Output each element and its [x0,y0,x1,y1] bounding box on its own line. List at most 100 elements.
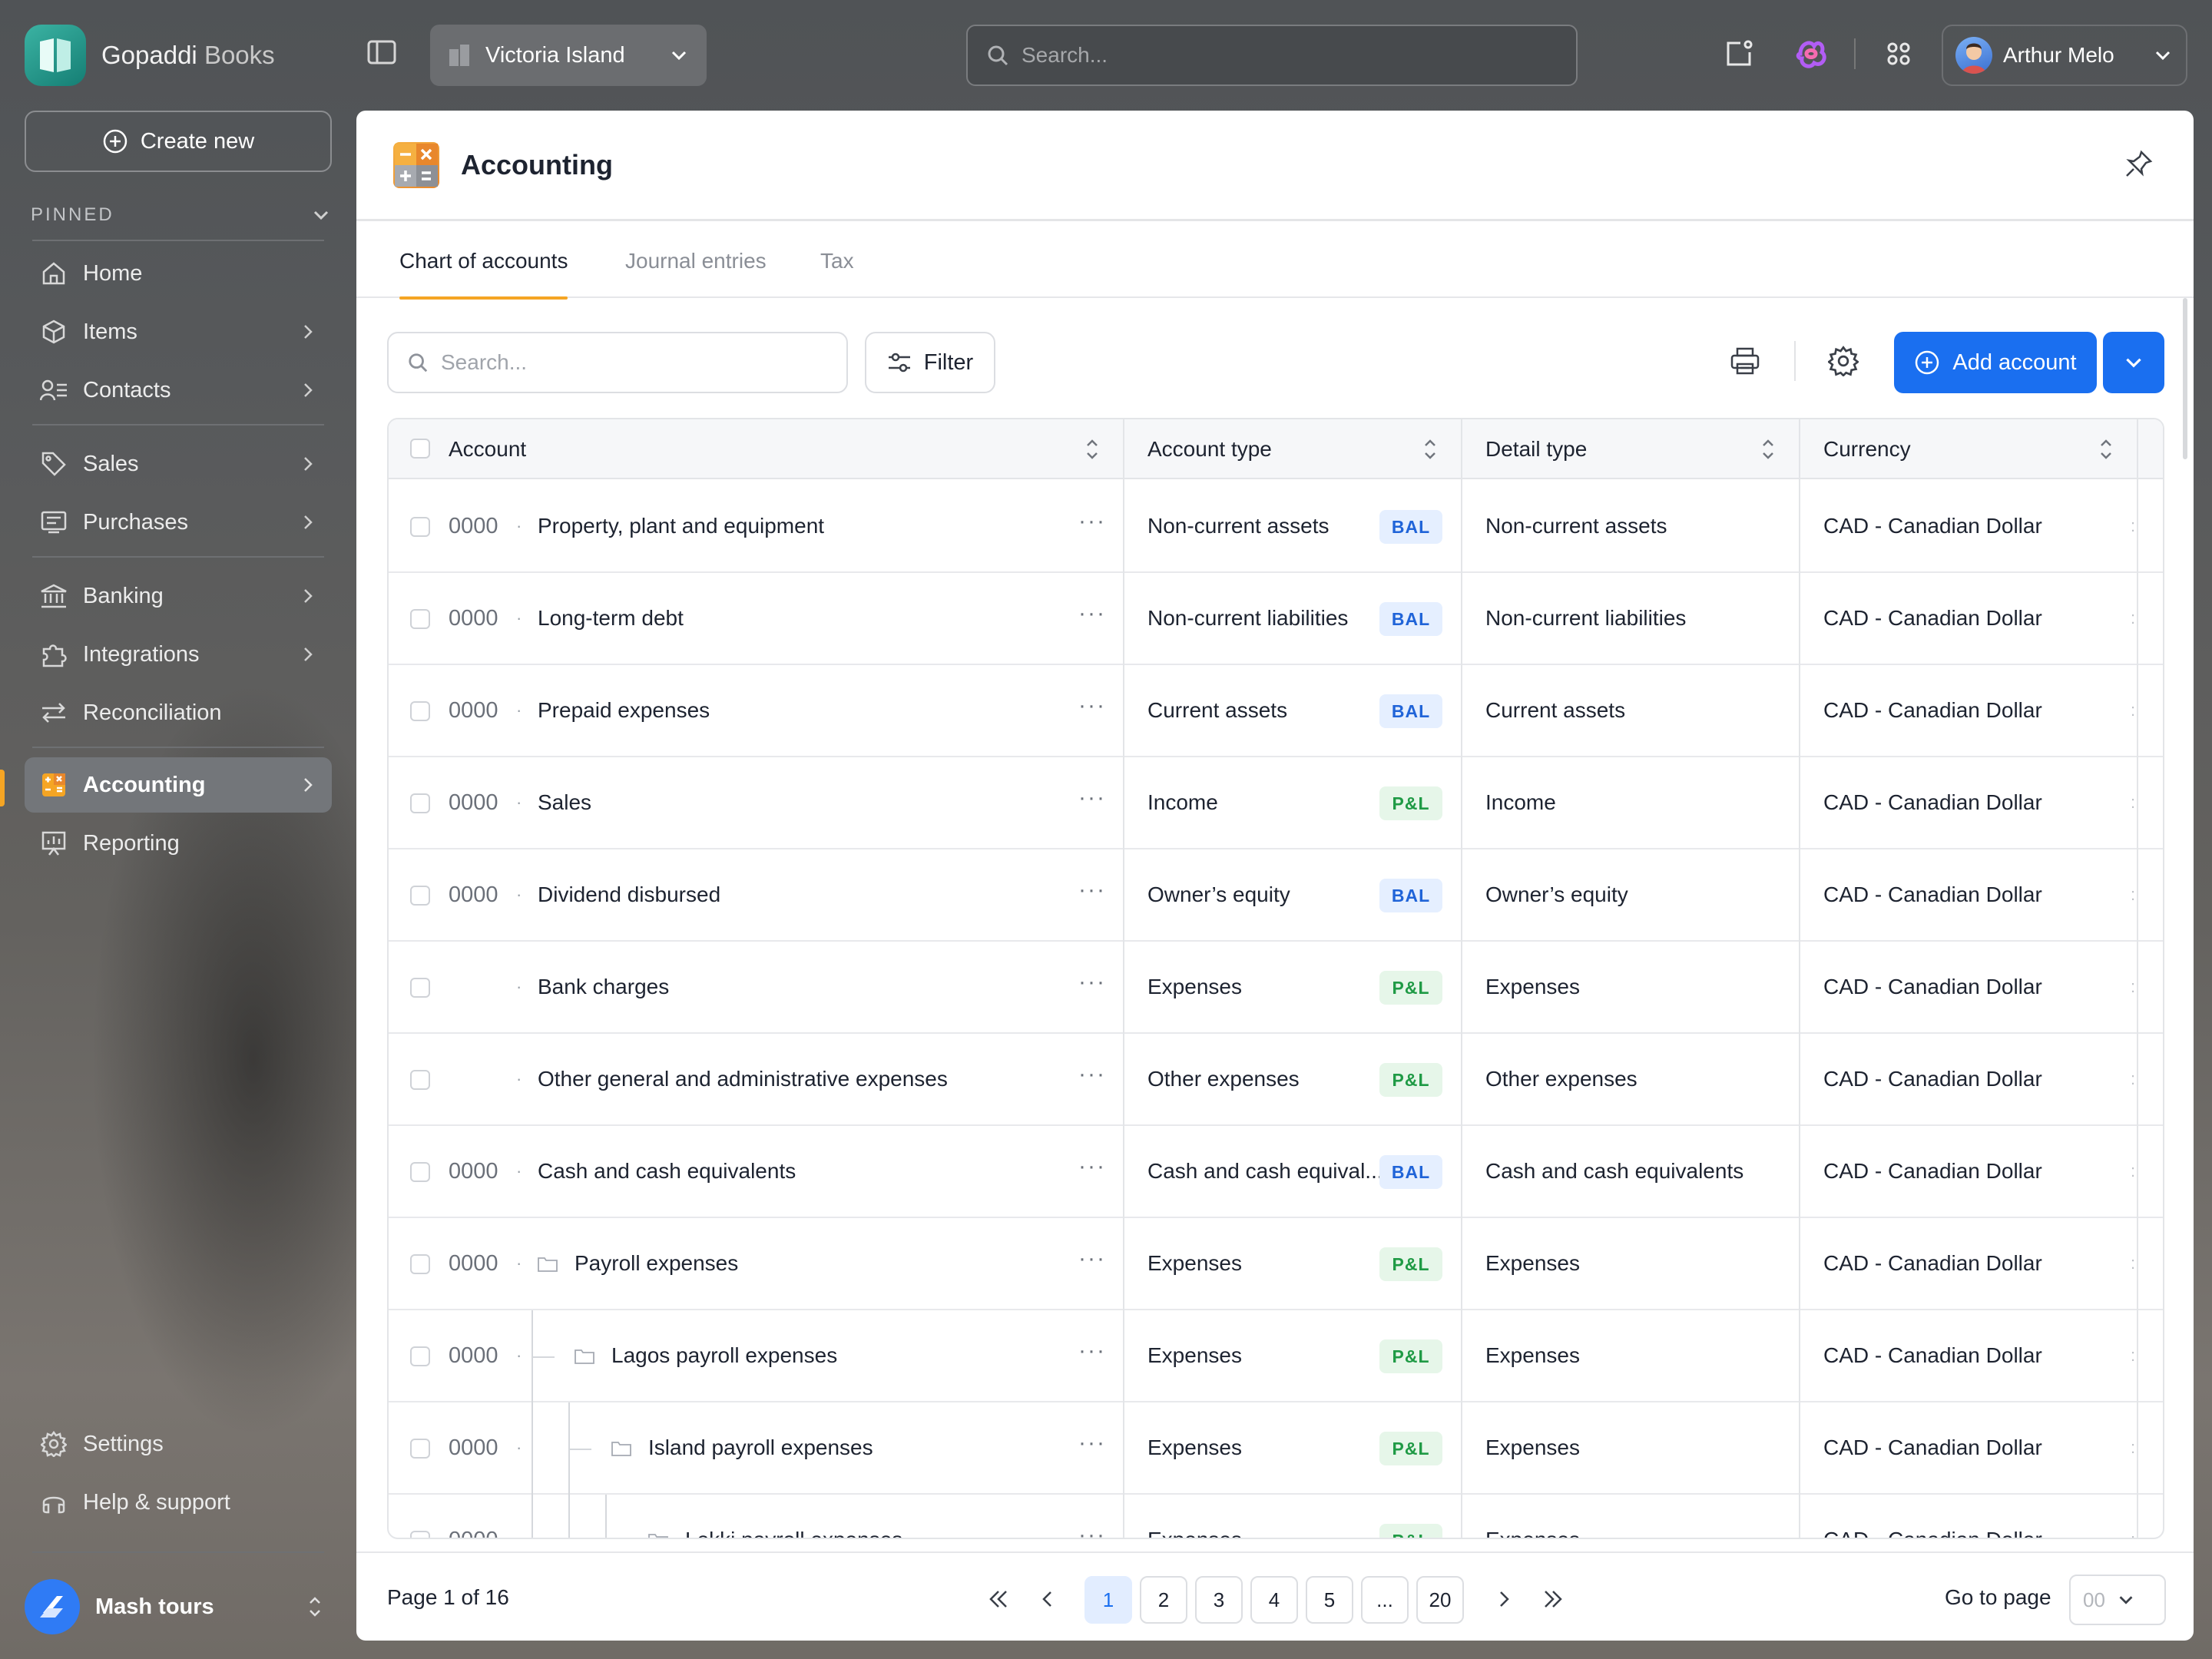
row-checkbox[interactable] [410,978,430,998]
column-header-detail-type[interactable]: Detail type [1485,419,1587,479]
page-button[interactable]: 2 [1140,1576,1187,1624]
table-row[interactable]: 0000 · Long-term debt ··· Non-current liabil… [389,573,2163,665]
sidebar-item-contacts[interactable]: Contacts [25,363,332,418]
account-name[interactable]: Lagos payroll expenses [611,1343,837,1368]
more-options-icon[interactable]: ··· [1078,693,1106,719]
more-options-icon[interactable]: ··· [1078,785,1106,811]
row-checkbox[interactable] [410,1531,430,1538]
account-name[interactable]: Dividend disbursed [538,882,720,907]
account-name[interactable]: Long-term debt [538,606,684,631]
previous-page-icon[interactable] [1032,1584,1063,1614]
sidebar-item-integrations[interactable]: Integrations [25,627,332,682]
gear-icon[interactable] [1826,346,1860,380]
page-button[interactable]: 4 [1250,1576,1298,1624]
table-row[interactable]: · Other general and administrative expens… [389,1034,2163,1126]
table-row[interactable]: 0000 · Sales ··· Income P&L Income CAD - Canadi… [389,757,2163,849]
sidebar-item-items[interactable]: Items [25,304,332,359]
row-checkbox[interactable] [410,1162,430,1182]
more-options-icon[interactable]: ··· [1078,969,1106,995]
table-search-input[interactable]: Search... [387,332,848,393]
row-checkbox[interactable] [410,793,430,813]
more-options-icon[interactable]: ··· [1078,1522,1106,1538]
column-header-account[interactable]: Account [449,419,526,479]
location-selector[interactable]: Victoria Island [430,25,707,86]
sidebar-item-home[interactable]: Home [25,246,332,301]
sidebar-item-accounting[interactable]: Accounting [25,757,332,813]
brand[interactable]: Gopaddi Books [25,25,275,86]
page-button[interactable]: 3 [1195,1576,1243,1624]
page-button[interactable]: 20 [1416,1576,1464,1624]
account-name[interactable]: Property, plant and equipment [538,514,824,538]
add-account-button[interactable]: Add account [1894,332,2097,393]
sidebar-item-reconciliation[interactable]: Reconciliation [25,685,332,740]
sort-icon[interactable] [1084,436,1100,462]
tab-tax[interactable]: Tax [820,224,854,298]
sidebar-toggle-icon[interactable] [367,40,396,65]
column-header-account-type[interactable]: Account type [1147,419,1272,479]
create-new-button[interactable]: Create new [25,111,332,172]
row-checkbox[interactable] [410,1254,430,1274]
select-all-checkbox[interactable] [410,439,430,459]
column-header-currency[interactable]: Currency [1823,419,1911,479]
notification-icon[interactable] [1722,37,1756,71]
more-options-icon[interactable]: ··· [1078,877,1106,903]
row-checkbox[interactable] [410,1439,430,1459]
global-search-input[interactable]: Search... [966,25,1578,86]
sidebar-item-sales[interactable]: Sales [25,436,332,492]
sidebar-item-banking[interactable]: Banking [25,568,332,624]
account-name[interactable]: Bank charges [538,975,669,999]
row-checkbox[interactable] [410,609,430,629]
page-ellipsis[interactable]: ... [1361,1576,1409,1624]
table-row[interactable]: 0000 · Lagos payroll expenses ··· Expenses P&… [389,1310,2163,1402]
tab-chart-of-accounts[interactable]: Chart of accounts [399,224,568,300]
table-row[interactable]: · Bank charges ··· Expenses P&L Expenses CAD -… [389,942,2163,1034]
row-checkbox[interactable] [410,1346,430,1366]
sidebar-item-purchases[interactable]: Purchases [25,495,332,550]
page-button[interactable]: 5 [1306,1576,1353,1624]
organization-switcher[interactable]: Mash tours [25,1576,332,1637]
sidebar-item-reporting[interactable]: Reporting [25,816,332,871]
row-checkbox[interactable] [410,701,430,721]
table-row[interactable]: 0000 · Prepaid expenses ··· Current assets BA… [389,665,2163,757]
page-button[interactable]: 1 [1084,1576,1132,1624]
last-page-icon[interactable] [1538,1584,1568,1614]
pinned-section-header[interactable]: PINNED [31,204,332,226]
table-row[interactable]: 0000 · Payroll expenses ··· Expenses P&L Expen… [389,1218,2163,1310]
scrollbar[interactable] [2183,298,2187,459]
account-name[interactable]: Cash and cash equivalents [538,1159,796,1184]
sidebar-item-settings[interactable]: Settings [25,1416,332,1472]
row-checkbox[interactable] [410,886,430,906]
table-row[interactable]: 0000 · Lekki payroll expenses ··· Expenses P&… [389,1495,2163,1538]
pin-icon[interactable] [2123,149,2154,184]
more-options-icon[interactable]: ··· [1078,1338,1106,1364]
sort-icon[interactable] [1760,436,1776,462]
more-options-icon[interactable]: ··· [1078,1430,1106,1456]
more-options-icon[interactable]: ··· [1078,1061,1106,1088]
more-options-icon[interactable]: ··· [1078,601,1106,627]
sort-icon[interactable] [2098,436,2114,462]
user-menu[interactable]: Arthur Melo [1942,25,2187,86]
ai-assistant-icon[interactable] [1794,37,1828,71]
first-page-icon[interactable] [983,1584,1014,1614]
printer-icon[interactable] [1730,346,1760,380]
more-options-icon[interactable]: ··· [1078,508,1106,535]
sidebar-item-help[interactable]: Help & support [25,1475,332,1530]
tab-journal-entries[interactable]: Journal entries [625,224,767,298]
account-name[interactable]: Lekki payroll expenses [685,1528,902,1538]
more-options-icon[interactable]: ··· [1078,1246,1106,1272]
table-row[interactable]: 0000 · Cash and cash equivalents ··· Cash an… [389,1126,2163,1218]
row-checkbox[interactable] [410,517,430,537]
account-name[interactable]: Other general and administrative expense… [538,1067,948,1091]
more-options-icon[interactable]: ··· [1078,1154,1106,1180]
table-row[interactable]: 0000 · Dividend disbursed ··· Owner’s equity… [389,849,2163,942]
add-options-dropdown[interactable] [2103,332,2164,393]
account-name[interactable]: Sales [538,790,591,815]
table-row[interactable]: 0000 · Island payroll expenses ··· Expenses P… [389,1402,2163,1495]
table-row[interactable]: 0000 · Property, plant and equipment ··· Non… [389,481,2163,573]
apps-grid-icon[interactable] [1882,37,1916,71]
row-checkbox[interactable] [410,1070,430,1090]
account-name[interactable]: Island payroll expenses [648,1435,873,1460]
sort-icon[interactable] [1422,436,1438,462]
next-page-icon[interactable] [1488,1584,1519,1614]
account-name[interactable]: Payroll expenses [575,1251,738,1276]
